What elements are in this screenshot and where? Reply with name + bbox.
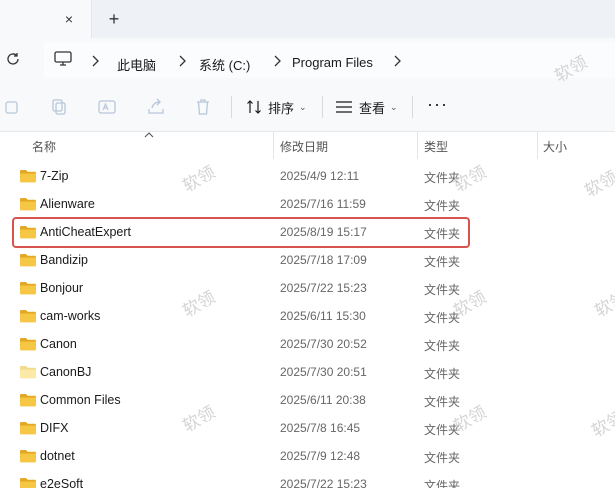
- copy-icon[interactable]: [50, 97, 70, 117]
- file-type: 文件夹: [424, 199, 461, 213]
- file-type: 文件夹: [424, 339, 461, 353]
- column-divider[interactable]: [537, 132, 538, 159]
- close-tab-icon[interactable]: ×: [60, 10, 78, 28]
- file-type: 文件夹: [424, 451, 461, 465]
- file-date-modified: 2025/6/11 15:30: [280, 309, 366, 323]
- file-name: Canon: [40, 337, 77, 351]
- list-item[interactable]: Bonjour 2025/7/22 15:23 文件夹: [0, 274, 615, 302]
- column-divider[interactable]: [417, 132, 418, 159]
- chevron-down-icon: ⌄: [299, 101, 307, 112]
- column-header: 名称 修改日期 类型 大小: [0, 132, 615, 159]
- file-type: 文件夹: [424, 367, 461, 381]
- file-name: Alienware: [40, 197, 95, 211]
- file-type: 文件夹: [424, 479, 461, 488]
- file-date-modified: 2025/7/8 16:45: [280, 421, 361, 435]
- list-item[interactable]: Alienware 2025/7/16 11:59 文件夹: [0, 190, 615, 218]
- folder-icon: [20, 422, 36, 435]
- sort-label: 排序: [268, 100, 295, 116]
- folder-icon: [20, 478, 36, 488]
- file-date-modified: 2025/4/9 12:11: [280, 169, 360, 183]
- file-name: dotnet: [40, 449, 75, 463]
- list-item[interactable]: Bandizip 2025/7/18 17:09 文件夹: [0, 246, 615, 274]
- toolbar-divider: [322, 96, 323, 118]
- view-icon: [336, 101, 352, 113]
- share-icon[interactable]: [146, 97, 166, 117]
- toolbar-divider: [231, 96, 232, 118]
- list-item[interactable]: 7-Zip 2025/4/9 12:11 文件夹: [0, 162, 615, 190]
- this-pc-icon[interactable]: [54, 51, 72, 67]
- breadcrumb-program-files[interactable]: Program Files: [292, 55, 373, 70]
- chevron-right-icon[interactable]: [392, 54, 402, 68]
- file-name: DIFX: [40, 421, 69, 435]
- folder-icon: [20, 450, 36, 463]
- column-date-modified[interactable]: 修改日期: [280, 138, 328, 155]
- file-type: 文件夹: [424, 255, 461, 269]
- column-type[interactable]: 类型: [424, 138, 448, 155]
- file-name: Bonjour: [40, 281, 84, 295]
- file-date-modified: 2025/7/16 11:59: [280, 197, 366, 211]
- folder-icon: [20, 282, 36, 295]
- toolbar-divider: [412, 96, 413, 118]
- file-type: 文件夹: [424, 395, 461, 409]
- column-size[interactable]: 大小: [543, 138, 567, 155]
- file-name: e2eSoft: [40, 477, 84, 488]
- list-item[interactable]: dotnet 2025/7/9 12:48 文件夹: [0, 442, 615, 470]
- active-tab[interactable]: ×: [0, 0, 92, 38]
- file-name: CanonBJ: [40, 365, 92, 379]
- folder-icon: [20, 338, 36, 351]
- file-date-modified: 2025/7/30 20:52: [280, 337, 367, 351]
- column-name[interactable]: 名称: [32, 138, 56, 155]
- breadcrumb-system-drive[interactable]: 系统 (C:): [199, 55, 250, 74]
- list-item[interactable]: e2eSoft 2025/7/22 15:23 文件夹: [0, 470, 615, 488]
- tab-strip: × +: [0, 0, 615, 38]
- chevron-right-icon[interactable]: [177, 54, 187, 68]
- file-name: Common Files: [40, 393, 121, 407]
- file-date-modified: 2025/7/18 17:09: [280, 253, 367, 267]
- file-date-modified: 2025/7/30 20:51: [280, 365, 367, 379]
- list-item[interactable]: CanonBJ 2025/7/30 20:51 文件夹: [0, 358, 615, 386]
- file-date-modified: 2025/7/22 15:23: [280, 281, 367, 295]
- file-name: 7-Zip: [40, 169, 69, 183]
- chevron-right-icon[interactable]: [272, 54, 282, 68]
- rename-icon[interactable]: [97, 97, 117, 117]
- sort-ascending-icon: [144, 132, 154, 138]
- list-item[interactable]: Canon 2025/7/30 20:52 文件夹: [0, 330, 615, 358]
- cut-icon[interactable]: [2, 97, 22, 117]
- list-item[interactable]: cam-works 2025/6/11 15:30 文件夹: [0, 302, 615, 330]
- folder-icon: [20, 394, 36, 407]
- folder-icon: [20, 366, 36, 379]
- file-date-modified: 2025/7/22 15:23: [280, 477, 367, 488]
- command-bar: 排序 ⌄ 查看 ⌄ ···: [0, 82, 615, 132]
- chevron-right-icon[interactable]: [90, 54, 100, 68]
- sort-icon: [247, 100, 261, 114]
- view-button[interactable]: 查看 ⌄: [335, 95, 398, 119]
- breadcrumb-this-pc[interactable]: 此电脑: [117, 55, 156, 74]
- address-bar[interactable]: 此电脑 系统 (C:) Program Files: [44, 42, 615, 78]
- folder-icon: [20, 170, 36, 183]
- folder-icon: [20, 198, 36, 211]
- new-tab-icon[interactable]: +: [104, 9, 124, 29]
- address-row: 此电脑 系统 (C:) Program Files: [0, 38, 615, 82]
- column-divider[interactable]: [273, 132, 274, 159]
- list-item[interactable]: Common Files 2025/6/11 20:38 文件夹: [0, 386, 615, 414]
- folder-icon: [20, 254, 36, 267]
- file-date-modified: 2025/6/11 20:38: [280, 393, 366, 407]
- delete-icon[interactable]: [193, 97, 213, 117]
- highlight-box: [12, 217, 470, 248]
- file-name: cam-works: [40, 309, 101, 323]
- folder-icon: [20, 310, 36, 323]
- more-options-icon[interactable]: ···: [427, 95, 448, 113]
- view-label: 查看: [359, 100, 386, 116]
- file-date-modified: 2025/7/9 12:48: [280, 449, 361, 463]
- file-name: Bandizip: [40, 253, 88, 267]
- chevron-down-icon: ⌄: [390, 101, 398, 112]
- sort-button[interactable]: 排序 ⌄: [246, 95, 307, 119]
- refresh-icon[interactable]: [5, 51, 21, 67]
- list-item[interactable]: DIFX 2025/7/8 16:45 文件夹: [0, 414, 615, 442]
